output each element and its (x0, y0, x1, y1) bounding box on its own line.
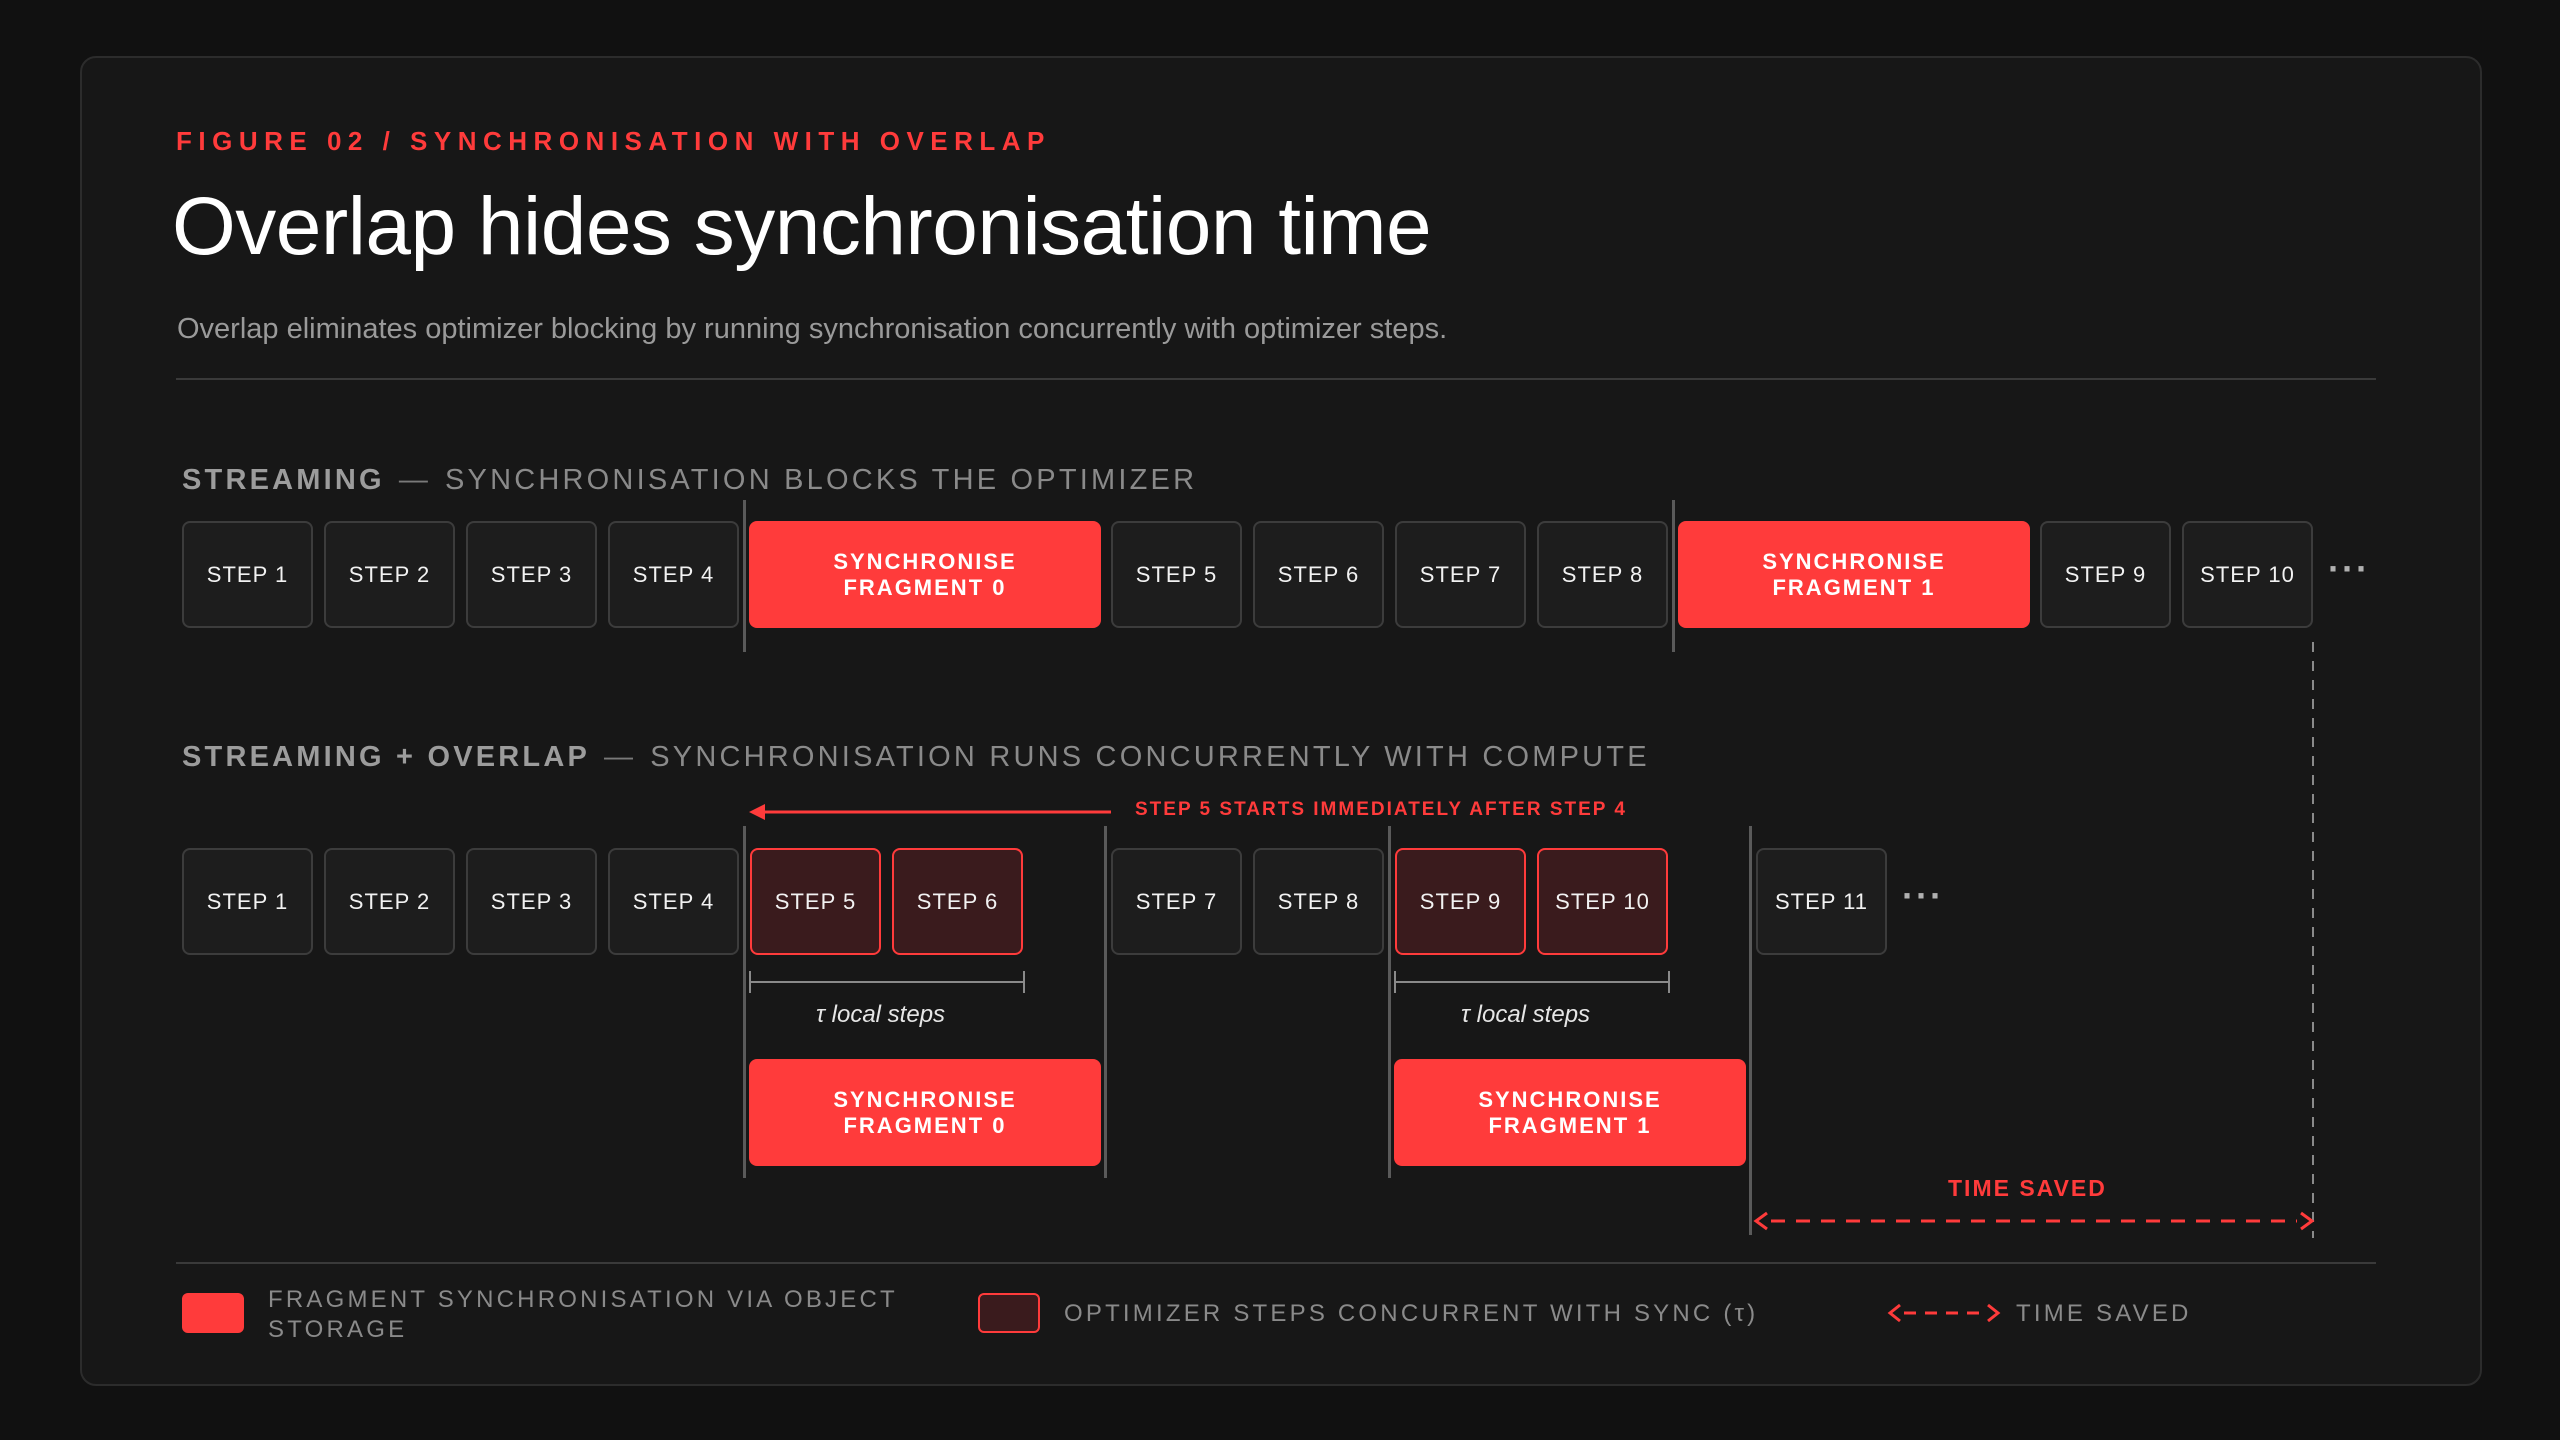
overlap-ellipsis: ··· (1902, 875, 1944, 916)
sync-line-1: SYNCHRONISE (833, 548, 1017, 574)
sync-line-2: FRAGMENT 1 (1488, 1112, 1652, 1138)
overlap-step-3: STEP 3 (466, 848, 597, 955)
overlap-concurrent-step-10: STEP 10 (1537, 848, 1668, 955)
legend-label-overlap: OPTIMIZER STEPS CONCURRENT WITH SYNC (τ) (1064, 1300, 1759, 1327)
streaming-step-1: STEP 1 (182, 521, 313, 628)
streaming-step-5: STEP 5 (1111, 521, 1242, 628)
time-saved-arrow (1753, 1211, 2315, 1231)
header-divider (176, 378, 2376, 380)
streaming-sync-fragment-0: SYNCHRONISE FRAGMENT 0 (749, 521, 1101, 628)
overlap-sync-fragment-0: SYNCHRONISE FRAGMENT 0 (749, 1059, 1101, 1166)
sync-line-2: FRAGMENT 1 (1772, 574, 1936, 600)
tau-label-1: τ local steps (1461, 1001, 1591, 1028)
streaming-step-2: STEP 2 (324, 521, 455, 628)
legend-divider (176, 1262, 2376, 1264)
streaming-step-10: STEP 10 (2182, 521, 2313, 628)
streaming-label-dash: — (398, 464, 432, 496)
legend-label-time-saved: TIME SAVED (2016, 1300, 2192, 1327)
streaming-end-guide (2312, 642, 2314, 1238)
sync-line-2: FRAGMENT 0 (843, 574, 1007, 600)
overlap-concurrent-step-5: STEP 5 (750, 848, 881, 955)
overlap-label-rest: SYNCHRONISATION RUNS CONCURRENTLY WITH C… (650, 741, 1650, 773)
streaming-step-3: STEP 3 (466, 521, 597, 628)
figure-kicker: FIGURE 02 / SYNCHRONISATION WITH OVERLAP (176, 126, 1051, 156)
overlap-step-4: STEP 4 (608, 848, 739, 955)
streaming-step-7: STEP 7 (1395, 521, 1526, 628)
tau-bracket-0 (749, 971, 1025, 993)
sync-line-1: SYNCHRONISE (833, 1086, 1017, 1112)
legend-swatch-overlap (978, 1293, 1040, 1333)
overlap-label-bold: STREAMING + OVERLAP (182, 741, 591, 773)
legend-time-saved-arrow (1887, 1303, 2001, 1323)
overlap-step-7: STEP 7 (1111, 848, 1242, 955)
streaming-ellipsis: ··· (2328, 548, 2370, 589)
sync-line-1: SYNCHRONISE (1762, 548, 1946, 574)
step5-annotation-arrow (749, 804, 1111, 820)
streaming-step-8: STEP 8 (1537, 521, 1668, 628)
tau-label-0: τ local steps (816, 1001, 946, 1028)
overlap-label-dash: — (604, 741, 637, 773)
streaming-row-label: STREAMING — SYNCHRONISATION BLOCKS THE OPT… (182, 464, 1197, 497)
overlap-sync-fragment-1: SYNCHRONISE FRAGMENT 1 (1394, 1059, 1746, 1166)
streaming-sync-boundary-1 (1672, 500, 1675, 652)
streaming-label-rest: SYNCHRONISATION BLOCKS THE OPTIMIZER (445, 464, 1198, 496)
streaming-step-6: STEP 6 (1253, 521, 1384, 628)
legend-label-sync: FRAGMENT SYNCHRONISATION VIA OBJECT STOR… (268, 1286, 898, 1343)
page-subtitle: Overlap eliminates optimizer blocking by… (177, 313, 1448, 345)
sync-line-1: SYNCHRONISE (1478, 1086, 1662, 1112)
streaming-sync-boundary-0 (743, 500, 746, 652)
tau-bracket-1 (1394, 971, 1670, 993)
time-saved-label: TIME SAVED (1948, 1175, 2107, 1201)
overlap-boundary-end-1 (1749, 826, 1752, 1235)
streaming-step-4: STEP 4 (608, 521, 739, 628)
streaming-sync-fragment-1: SYNCHRONISE FRAGMENT 1 (1678, 521, 2030, 628)
page-title: Overlap hides synchronisation time (172, 181, 1432, 272)
overlap-step-8: STEP 8 (1253, 848, 1384, 955)
overlap-step-1: STEP 1 (182, 848, 313, 955)
legend-swatch-sync (182, 1293, 244, 1333)
step5-annotation-text: STEP 5 STARTS IMMEDIATELY AFTER STEP 4 (1135, 799, 1627, 820)
sync-line-2: FRAGMENT 0 (843, 1112, 1007, 1138)
overlap-boundary-start-0 (743, 826, 746, 1178)
overlap-step-2: STEP 2 (324, 848, 455, 955)
overlap-row-label: STREAMING + OVERLAP — SYNCHRONISATION RUNS… (182, 741, 1650, 774)
streaming-step-9: STEP 9 (2040, 521, 2171, 628)
overlap-boundary-end-0 (1104, 826, 1107, 1178)
overlap-step-11: STEP 11 (1756, 848, 1887, 955)
overlap-concurrent-step-9: STEP 9 (1395, 848, 1526, 955)
streaming-label-bold: STREAMING (182, 464, 385, 496)
overlap-boundary-start-1 (1388, 826, 1391, 1178)
overlap-concurrent-step-6: STEP 6 (892, 848, 1023, 955)
